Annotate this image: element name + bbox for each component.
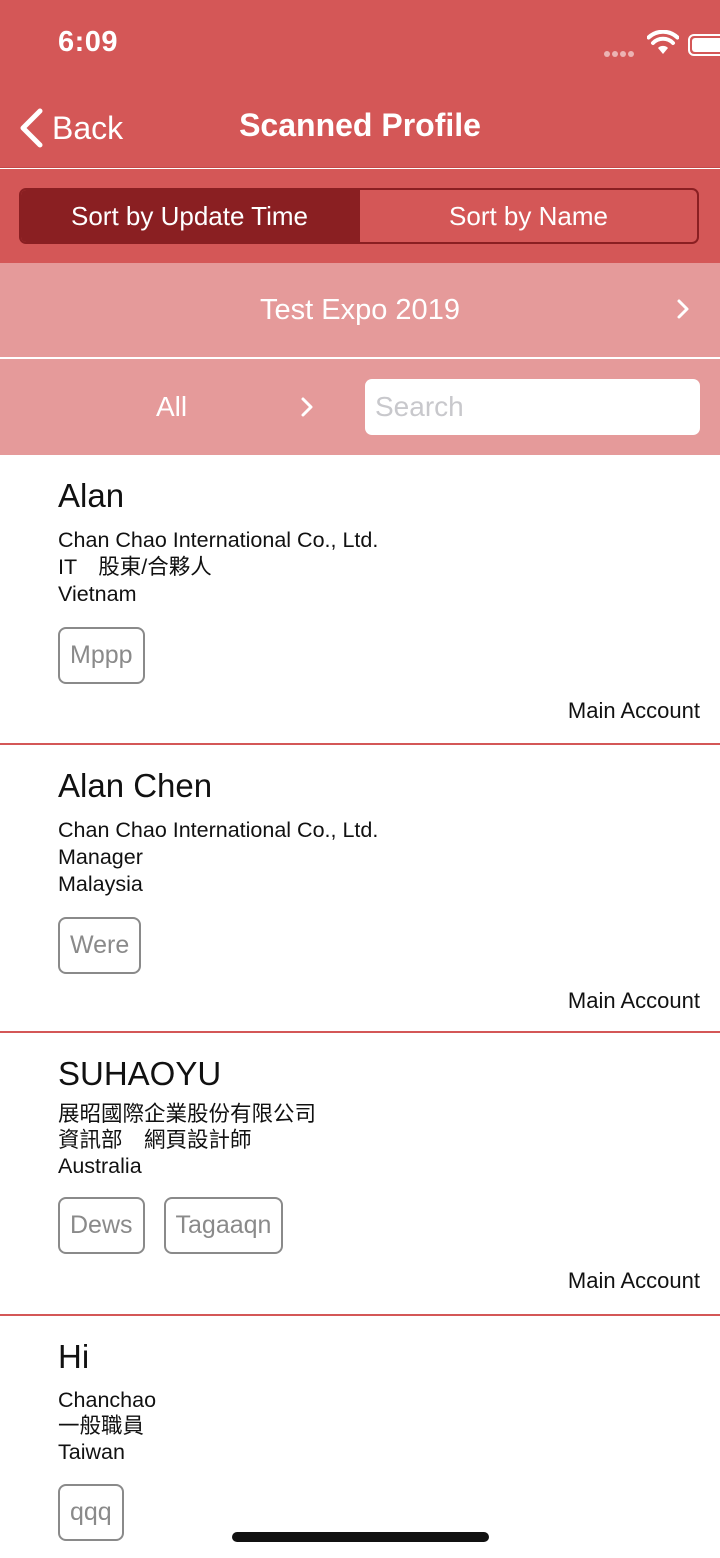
profile-title: 資訊部 網頁設計師 <box>58 1128 252 1152</box>
profile-info: 展昭國際企業股份有限公司 資訊部 網頁設計師 Australia <box>58 1101 316 1179</box>
tag: Were <box>58 917 142 974</box>
profile-company: Chan Chao International Co., Ltd. <box>58 818 379 842</box>
status-time: 6:09 <box>58 26 119 58</box>
sort-by-update-time-tab[interactable]: Sort by Update Time <box>21 190 358 242</box>
profile-name: Hi <box>58 1338 90 1375</box>
sort-bar: Sort by Update Time Sort by Name <box>0 169 720 263</box>
profile-info: Chan Chao International Co., Ltd. Manage… <box>58 817 378 898</box>
expo-label: Test Expo 2019 <box>260 293 460 326</box>
profile-company: 展昭國際企業股份有限公司 <box>58 1102 317 1126</box>
profile-country: Vietnam <box>58 582 137 606</box>
profile-info: Chan Chao International Co., Ltd. IT 股東/… <box>58 527 378 608</box>
profile-card[interactable]: Hi Chanchao 一般職員 Taiwan qqq <box>0 1316 720 1558</box>
tag-list: Mppp <box>58 627 164 684</box>
tag: qqq <box>58 1484 124 1541</box>
profile-card[interactable]: Alan Chan Chao International Co., Ltd. I… <box>0 455 720 745</box>
profile-title: IT 股東/合夥人 <box>58 555 212 579</box>
profile-name: Alan <box>58 477 125 514</box>
profile-card[interactable]: SUHAOYU 展昭國際企業股份有限公司 資訊部 網頁設計師 Australia… <box>0 1033 720 1316</box>
expo-selector[interactable]: Test Expo 2019 <box>0 263 720 357</box>
filter-all-selector[interactable]: All <box>156 391 187 423</box>
account-label: Main Account <box>567 1268 700 1293</box>
sort-segmented-control: Sort by Update Time Sort by Name <box>19 188 699 244</box>
search-input[interactable] <box>365 379 700 435</box>
profile-name: SUHAOYU <box>58 1055 222 1092</box>
navigation-bar: Back Scanned Profile <box>0 88 720 168</box>
tag: Dews <box>58 1197 145 1254</box>
profile-list: Alan Chan Chao International Co., Ltd. I… <box>0 455 720 1558</box>
home-indicator[interactable] <box>232 1532 489 1542</box>
profile-country: Malaysia <box>58 872 143 896</box>
chevron-right-icon[interactable] <box>300 396 314 418</box>
battery-icon <box>688 34 720 56</box>
tag-list: Dews Tagaaqn <box>58 1197 302 1254</box>
tag-list: Were <box>58 917 160 974</box>
page-title: Scanned Profile <box>239 107 481 143</box>
profile-company: Chanchao <box>58 1388 157 1412</box>
sort-by-name-tab[interactable]: Sort by Name <box>358 190 697 242</box>
tag: Tagaaqn <box>163 1197 284 1254</box>
account-label: Main Account <box>567 698 700 723</box>
tag-list: qqq <box>58 1484 143 1541</box>
profile-name: Alan Chen <box>58 767 213 804</box>
profile-info: Chanchao 一般職員 Taiwan <box>58 1387 156 1465</box>
profile-company: Chan Chao International Co., Ltd. <box>58 528 379 552</box>
status-bar: 6:09 <box>0 0 720 88</box>
profile-title: Manager <box>58 845 143 869</box>
profile-country: Taiwan <box>58 1440 125 1464</box>
cellular-signal-icon <box>604 44 640 57</box>
account-label: Main Account <box>567 988 700 1013</box>
profile-country: Australia <box>58 1154 142 1178</box>
wifi-icon <box>647 30 679 54</box>
chevron-right-icon <box>677 299 689 319</box>
profile-title: 一般職員 <box>58 1414 145 1438</box>
profile-card[interactable]: Alan Chen Chan Chao International Co., L… <box>0 745 720 1033</box>
tag: Mppp <box>58 627 145 684</box>
filter-bar: All <box>0 359 720 455</box>
